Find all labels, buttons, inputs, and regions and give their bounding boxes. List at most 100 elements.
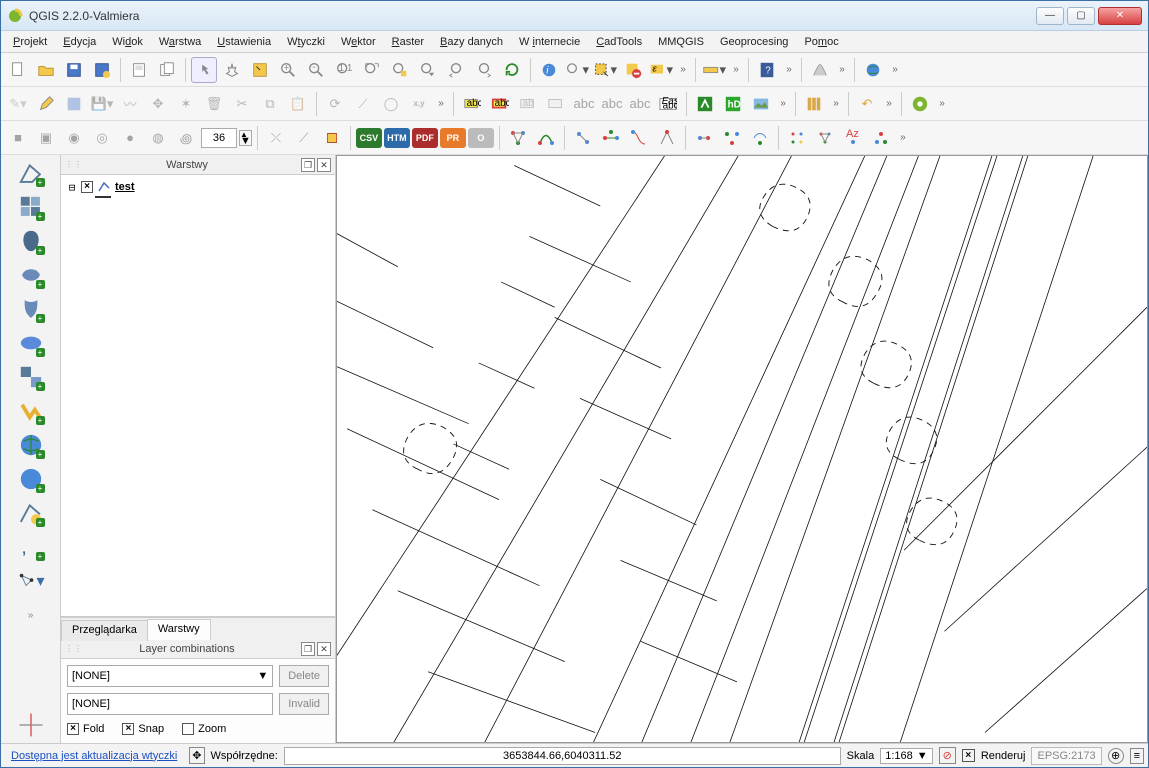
shape-dot-icon[interactable]: ◉: [61, 125, 87, 151]
topo-9-icon[interactable]: [747, 125, 773, 151]
menu-w internecie[interactable]: W internecie: [513, 34, 586, 50]
composer-manager-icon[interactable]: [154, 57, 180, 83]
add-wcs-icon[interactable]: +: [17, 397, 45, 425]
minimize-button[interactable]: —: [1036, 7, 1064, 25]
tool-c2-icon[interactable]: ⟋: [291, 125, 317, 151]
spiral-icon[interactable]: ꩜: [173, 125, 199, 151]
add-mssql-icon[interactable]: +: [17, 295, 45, 323]
tab-browser[interactable]: Przeglądarka: [61, 620, 148, 641]
plugin-a-icon[interactable]: [692, 91, 718, 117]
tool-c1-icon[interactable]: ⤫: [263, 125, 289, 151]
add-gps-icon[interactable]: ▾: [17, 567, 45, 595]
deselect-icon[interactable]: [620, 57, 646, 83]
measure-icon[interactable]: ▾: [701, 57, 727, 83]
new-project-icon[interactable]: [5, 57, 31, 83]
overflow-icon[interactable]: »: [935, 98, 949, 109]
topo-4-icon[interactable]: [598, 125, 624, 151]
overflow-icon[interactable]: »: [782, 64, 796, 75]
add-ring-icon[interactable]: ◯: [378, 91, 404, 117]
render-checkbox[interactable]: ×: [962, 749, 975, 762]
toggle-extents-icon[interactable]: ✥: [189, 747, 204, 764]
snap-checkbox[interactable]: ×Snap: [122, 723, 164, 735]
overflow-icon[interactable]: »: [888, 64, 902, 75]
overflow-icon[interactable]: »: [776, 98, 790, 109]
overflow-icon[interactable]: »: [835, 64, 849, 75]
topo-az-icon[interactable]: Az: [840, 125, 866, 151]
pr-badge-icon[interactable]: PR: [440, 128, 466, 148]
zoom-next-icon[interactable]: [471, 57, 497, 83]
label-pin-icon[interactable]: ab: [515, 91, 541, 117]
invalid-button[interactable]: Invalid: [279, 693, 329, 715]
topo-7-icon[interactable]: [691, 125, 717, 151]
shape-circle-icon[interactable]: ●: [117, 125, 143, 151]
menu-wtyczki[interactable]: Wtyczki: [281, 34, 331, 50]
menu-raster[interactable]: Raster: [386, 34, 430, 50]
layer-visibility-checkbox[interactable]: ×: [81, 181, 93, 193]
zoom-checkbox[interactable]: Zoom: [182, 723, 226, 735]
pdf-badge-icon[interactable]: PDF: [412, 128, 438, 148]
topo-12-icon[interactable]: [868, 125, 894, 151]
layers-tree[interactable]: ⊟ × test: [61, 175, 335, 617]
expand-sidebar-icon[interactable]: »: [17, 601, 45, 629]
node-tool-icon[interactable]: ✶: [173, 91, 199, 117]
topo-5-icon[interactable]: [626, 125, 652, 151]
topo-8-icon[interactable]: [719, 125, 745, 151]
topo-1-icon[interactable]: [505, 125, 531, 151]
undock-icon[interactable]: ❐: [301, 158, 315, 172]
tool-c3-icon[interactable]: [319, 125, 345, 151]
delete-button[interactable]: Delete: [279, 665, 329, 687]
epsg-label[interactable]: EPSG:2173: [1031, 747, 1101, 765]
fold-checkbox[interactable]: ×Fold: [67, 723, 104, 735]
label-change-icon[interactable]: abc: [627, 91, 653, 117]
select-expr-icon[interactable]: ε▾: [648, 57, 674, 83]
coord-value[interactable]: 3653844.66,6040311.52: [284, 747, 841, 765]
add-spatialite-icon[interactable]: +: [17, 261, 45, 289]
zoom-selection-icon[interactable]: [387, 57, 413, 83]
tab-layers[interactable]: Warstwy: [147, 619, 211, 640]
delete-sel-icon[interactable]: 🗑: [201, 91, 227, 117]
menu-geoprocesing[interactable]: Geoprocesing: [714, 34, 795, 50]
overflow-icon[interactable]: »: [434, 98, 448, 109]
label-highlight-icon[interactable]: abc: [487, 91, 513, 117]
menu-pomoc[interactable]: Pomoc: [798, 34, 844, 50]
histogram-icon[interactable]: [807, 57, 833, 83]
easy-label-icon[interactable]: Easyabc: [655, 91, 681, 117]
add-feature-icon[interactable]: 〰: [117, 91, 143, 117]
paste-icon[interactable]: 📋: [285, 91, 311, 117]
save-edits-drop-icon[interactable]: 💾▾: [89, 91, 115, 117]
add-csv-icon[interactable]: +: [17, 465, 45, 493]
csv-badge-icon[interactable]: CSV: [356, 128, 382, 148]
copy-icon[interactable]: ⧉: [257, 91, 283, 117]
zoom-last-icon[interactable]: [443, 57, 469, 83]
plugin-hd-icon[interactable]: hD: [720, 91, 746, 117]
columns-icon[interactable]: [801, 91, 827, 117]
close-panel-icon[interactable]: ✕: [317, 642, 331, 656]
zoom-out-icon[interactable]: -: [303, 57, 329, 83]
refresh-icon[interactable]: [499, 57, 525, 83]
overflow-icon[interactable]: »: [896, 132, 910, 143]
overflow-icon[interactable]: »: [676, 64, 690, 75]
zoom-layer-icon[interactable]: [415, 57, 441, 83]
identify-dropdown-icon[interactable]: ▾: [564, 57, 590, 83]
cut-icon[interactable]: ✂: [229, 91, 255, 117]
layer-name[interactable]: test: [115, 181, 135, 193]
menu-cadtools[interactable]: CadTools: [590, 34, 648, 50]
select-rect-icon[interactable]: ▾: [592, 57, 618, 83]
menu-ustawienia[interactable]: Ustawienia: [211, 34, 277, 50]
add-vector-icon[interactable]: +: [17, 159, 45, 187]
pan-to-selection-icon[interactable]: [247, 57, 273, 83]
lc-select[interactable]: [NONE]▼: [67, 665, 273, 687]
undo-icon[interactable]: ↶: [854, 91, 880, 117]
shape-sq-icon[interactable]: ■: [5, 125, 31, 151]
zoom-in-icon[interactable]: +: [275, 57, 301, 83]
label-yellow-icon[interactable]: abc: [459, 91, 485, 117]
stop-render-icon[interactable]: ⊘: [939, 747, 956, 764]
plugin-photo-icon[interactable]: [748, 91, 774, 117]
simplify-icon[interactable]: ⟋: [350, 91, 376, 117]
scale-select[interactable]: 1:168▼: [880, 748, 932, 764]
crs-status-icon[interactable]: ⊕: [1108, 748, 1124, 764]
label-move-icon[interactable]: abc: [571, 91, 597, 117]
o-badge-icon[interactable]: O: [468, 128, 494, 148]
add-wfs-icon[interactable]: +: [17, 431, 45, 459]
close-panel-icon[interactable]: ✕: [317, 158, 331, 172]
